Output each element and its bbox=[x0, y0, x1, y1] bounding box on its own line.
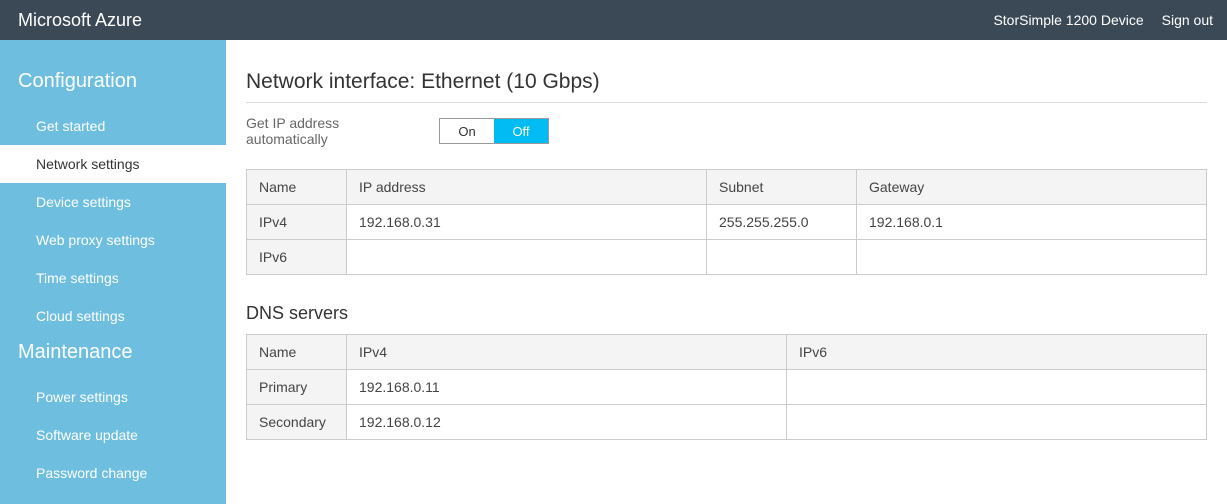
row-ipv6[interactable] bbox=[787, 405, 1207, 440]
row-gateway[interactable]: 192.168.0.1 bbox=[857, 205, 1207, 240]
row-gateway[interactable] bbox=[857, 240, 1207, 275]
sidebar-group-maintenance: Maintenance Power settings Software upda… bbox=[0, 335, 226, 492]
sidebar-item-label: Network settings bbox=[36, 156, 139, 172]
dhcp-toggle[interactable]: On Off bbox=[439, 118, 549, 144]
dhcp-toggle-row: Get IP address automatically On Off bbox=[246, 115, 1207, 147]
table-row: IPv4 192.168.0.31 255.255.255.0 192.168.… bbox=[247, 205, 1207, 240]
row-subnet[interactable] bbox=[707, 240, 857, 275]
sidebar-item-label: Time settings bbox=[36, 270, 119, 286]
col-gateway: Gateway bbox=[857, 170, 1207, 205]
col-ipv4: IPv4 bbox=[347, 335, 787, 370]
row-ipv4[interactable]: 192.168.0.12 bbox=[347, 405, 787, 440]
sidebar-item-label: Password change bbox=[36, 465, 147, 481]
title-divider bbox=[246, 102, 1207, 103]
sidebar-item-label: Get started bbox=[36, 118, 105, 134]
sidebar-item-password-change[interactable]: Password change bbox=[0, 454, 226, 492]
sidebar-group-configuration: Configuration Get started Network settin… bbox=[0, 64, 226, 335]
device-name-link[interactable]: StorSimple 1200 Device bbox=[993, 12, 1143, 28]
table-row: Secondary 192.168.0.12 bbox=[247, 405, 1207, 440]
sidebar-item-time-settings[interactable]: Time settings bbox=[0, 259, 226, 297]
sidebar-item-label: Software update bbox=[36, 427, 138, 443]
dhcp-toggle-on[interactable]: On bbox=[440, 119, 494, 143]
network-interface-table: Name IP address Subnet Gateway IPv4 192.… bbox=[246, 169, 1207, 275]
sidebar-item-cloud-settings[interactable]: Cloud settings bbox=[0, 297, 226, 335]
dns-section-title: DNS servers bbox=[246, 303, 1207, 324]
sidebar-heading-configuration: Configuration bbox=[0, 64, 226, 107]
table-row: IPv6 bbox=[247, 240, 1207, 275]
row-name: Primary bbox=[247, 370, 347, 405]
row-name: IPv4 bbox=[247, 205, 347, 240]
col-ip-address: IP address bbox=[347, 170, 707, 205]
row-subnet[interactable]: 255.255.255.0 bbox=[707, 205, 857, 240]
table-header-row: Name IPv4 IPv6 bbox=[247, 335, 1207, 370]
sidebar-heading-maintenance: Maintenance bbox=[0, 335, 226, 378]
row-name: IPv6 bbox=[247, 240, 347, 275]
sidebar-item-get-started[interactable]: Get started bbox=[0, 107, 226, 145]
page-title: Network interface: Ethernet (10 Gbps) bbox=[246, 70, 1207, 94]
dhcp-toggle-off[interactable]: Off bbox=[494, 119, 548, 143]
table-row: Primary 192.168.0.11 bbox=[247, 370, 1207, 405]
row-ip[interactable]: 192.168.0.31 bbox=[347, 205, 707, 240]
row-ipv6[interactable] bbox=[787, 370, 1207, 405]
dns-servers-table: Name IPv4 IPv6 Primary 192.168.0.11 Seco… bbox=[246, 334, 1207, 440]
sign-out-link[interactable]: Sign out bbox=[1162, 12, 1213, 28]
row-name: Secondary bbox=[247, 405, 347, 440]
dhcp-toggle-label: Get IP address automatically bbox=[246, 115, 421, 147]
brand-title: Microsoft Azure bbox=[18, 10, 142, 31]
sidebar-item-device-settings[interactable]: Device settings bbox=[0, 183, 226, 221]
sidebar-item-web-proxy-settings[interactable]: Web proxy settings bbox=[0, 221, 226, 259]
sidebar: Configuration Get started Network settin… bbox=[0, 40, 226, 504]
sidebar-item-label: Web proxy settings bbox=[36, 232, 155, 248]
col-subnet: Subnet bbox=[707, 170, 857, 205]
sidebar-item-network-settings[interactable]: Network settings bbox=[0, 145, 226, 183]
row-ip[interactable] bbox=[347, 240, 707, 275]
header-actions: StorSimple 1200 Device Sign out bbox=[993, 12, 1213, 28]
main-content: Network interface: Ethernet (10 Gbps) Ge… bbox=[226, 40, 1227, 504]
sidebar-item-label: Cloud settings bbox=[36, 308, 125, 324]
col-name: Name bbox=[247, 335, 347, 370]
app-header: Microsoft Azure StorSimple 1200 Device S… bbox=[0, 0, 1227, 40]
table-header-row: Name IP address Subnet Gateway bbox=[247, 170, 1207, 205]
col-name: Name bbox=[247, 170, 347, 205]
sidebar-item-label: Power settings bbox=[36, 389, 128, 405]
sidebar-item-power-settings[interactable]: Power settings bbox=[0, 378, 226, 416]
sidebar-item-software-update[interactable]: Software update bbox=[0, 416, 226, 454]
sidebar-item-label: Device settings bbox=[36, 194, 131, 210]
col-ipv6: IPv6 bbox=[787, 335, 1207, 370]
row-ipv4[interactable]: 192.168.0.11 bbox=[347, 370, 787, 405]
